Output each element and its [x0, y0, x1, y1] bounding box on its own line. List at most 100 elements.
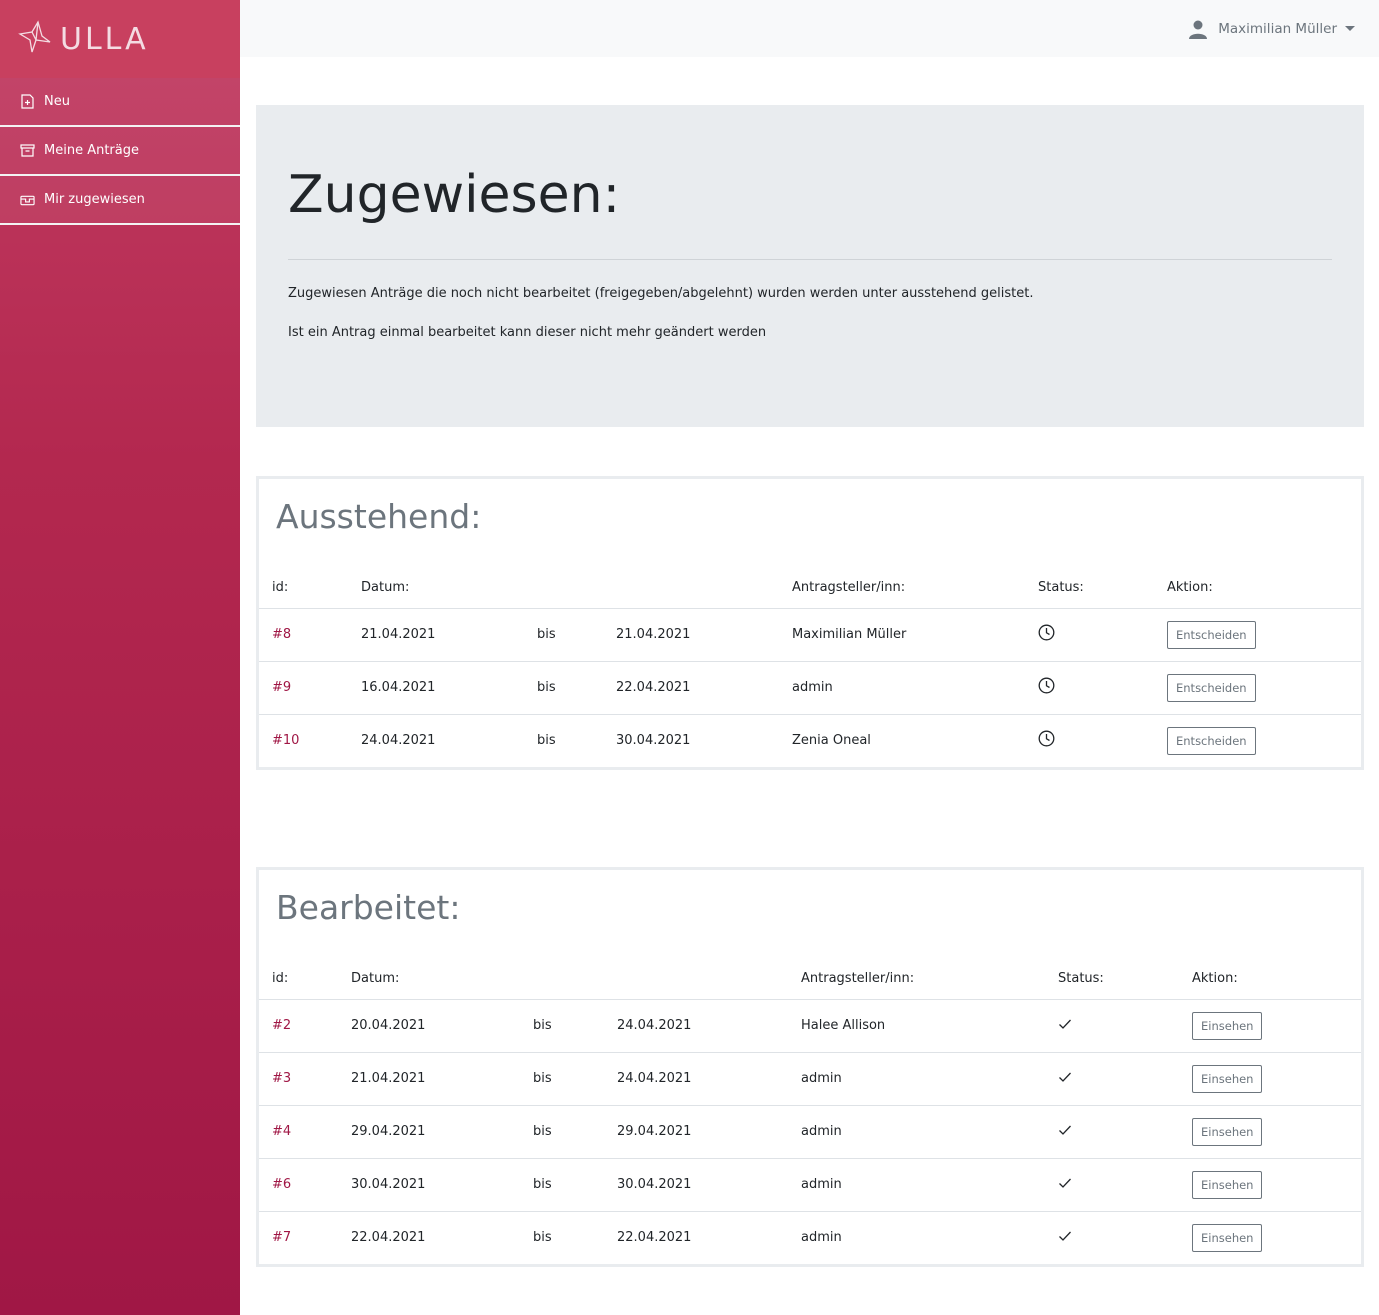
top-navbar: Maximilian Müller — [240, 0, 1379, 57]
date-to: 22.04.2021 — [603, 661, 779, 715]
table-row: #4 29.04.2021 bis 29.04.2021 admin Einse… — [259, 1105, 1361, 1159]
date-from: 16.04.2021 — [348, 661, 524, 715]
file-plus-icon — [20, 94, 35, 109]
date-separator: bis — [537, 733, 556, 749]
view-button[interactable]: Einsehen — [1192, 1170, 1263, 1199]
decide-button[interactable]: Entscheiden — [1167, 726, 1256, 755]
view-button[interactable]: Einsehen — [1192, 1223, 1263, 1252]
col-header-date: Datum: — [338, 958, 788, 1000]
date-to: 24.04.2021 — [604, 1052, 788, 1106]
brand[interactable]: ULLA — [0, 0, 240, 78]
date-to: 24.04.2021 — [604, 999, 788, 1053]
date-to: 22.04.2021 — [617, 1230, 692, 1246]
col-header-status: Status: — [1025, 567, 1154, 609]
date-to: 30.04.2021 — [616, 733, 691, 749]
clock-icon — [1038, 624, 1055, 641]
col-header-status: Status: — [1045, 958, 1179, 1000]
check-icon — [1058, 1177, 1072, 1189]
user-menu-dropdown[interactable]: Maximilian Müller — [1188, 19, 1355, 39]
request-id-link[interactable]: #10 — [272, 733, 299, 748]
sidebar-item-neu[interactable]: Neu — [0, 78, 240, 127]
pending-card: Ausstehend: id: Datum: Antragsteller/inn… — [256, 476, 1364, 770]
brand-name: ULLA — [60, 21, 149, 57]
table-row: #9 16.04.2021 bis 22.04.2021 admin Entsc… — [259, 661, 1361, 715]
date-separator: bis — [524, 608, 603, 662]
sidebar-item-label: Meine Anträge — [44, 143, 139, 158]
col-header-id: id: — [259, 567, 348, 609]
date-from: 20.04.2021 — [338, 999, 520, 1053]
sidebar: ULLA Neu Meine Anträge Mir zugewiesen — [0, 0, 240, 1315]
date-from: 21.04.2021 — [348, 608, 524, 662]
request-id-link[interactable]: #9 — [272, 680, 291, 695]
inbox-icon — [20, 192, 35, 207]
check-icon — [1058, 1071, 1072, 1083]
table-header-row: id: Datum: Antragsteller/inn: Status: Ak… — [259, 958, 1361, 1000]
request-id-link[interactable]: #4 — [272, 1124, 291, 1139]
sidebar-item-label: Neu — [44, 94, 70, 109]
view-button[interactable]: Einsehen — [1192, 1064, 1263, 1093]
decide-button[interactable]: Entscheiden — [1167, 673, 1256, 702]
table-row: #2 20.04.2021 bis 24.04.2021 Halee Allis… — [259, 999, 1361, 1053]
view-button[interactable]: Einsehen — [1192, 1117, 1263, 1146]
table-row: #6 30.04.2021 bis 30.04.2021 admin Einse… — [259, 1158, 1361, 1212]
info-jumbotron: Zugewiesen: Zugewiesen Anträge die noch … — [256, 105, 1364, 427]
date-from: 22.04.2021 — [351, 1230, 426, 1246]
user-name: Maximilian Müller — [1218, 20, 1337, 37]
date-from: 30.04.2021 — [338, 1158, 520, 1212]
col-header-action: Aktion: — [1154, 567, 1361, 609]
info-text-1: Zugewiesen Anträge die noch nicht bearbe… — [288, 286, 1034, 301]
table-row: #3 21.04.2021 bis 24.04.2021 admin Einse… — [259, 1052, 1361, 1106]
date-from: 21.04.2021 — [338, 1052, 520, 1106]
archive-icon — [20, 143, 35, 158]
table-row: #7 22.04.2021 bis 22.04.2021 admin Einse… — [259, 1211, 1361, 1264]
date-to: 29.04.2021 — [604, 1105, 788, 1159]
col-header-date: Datum: — [348, 567, 779, 609]
date-separator: bis — [520, 999, 604, 1053]
request-id-link[interactable]: #2 — [272, 1018, 291, 1033]
info-text-2: Ist ein Antrag einmal bearbeitet kann di… — [288, 325, 767, 340]
date-separator: bis — [520, 1052, 604, 1106]
clock-icon — [1038, 677, 1055, 694]
applicant: admin — [801, 1230, 842, 1246]
col-header-action: Aktion: — [1179, 958, 1361, 1000]
applicant: Maximilian Müller — [779, 608, 1025, 662]
col-header-id: id: — [259, 958, 338, 1000]
table-row: #10 24.04.2021 bis 30.04.2021 Zenia Onea… — [259, 714, 1361, 767]
sidebar-item-mir-zugewiesen[interactable]: Mir zugewiesen — [0, 176, 240, 225]
check-icon — [1058, 1124, 1072, 1136]
applicant: Zenia Oneal — [792, 733, 871, 749]
table-row: #8 21.04.2021 bis 21.04.2021 Maximilian … — [259, 608, 1361, 662]
applicant: Halee Allison — [788, 999, 1045, 1053]
processed-title: Bearbeitet: — [276, 888, 461, 927]
chevron-down-icon — [1345, 26, 1355, 31]
origami-bird-logo-icon — [18, 20, 52, 58]
date-to: 21.04.2021 — [603, 608, 779, 662]
request-id-link[interactable]: #6 — [272, 1177, 291, 1192]
date-from: 29.04.2021 — [338, 1105, 520, 1159]
clock-icon — [1038, 730, 1055, 747]
sidebar-item-label: Mir zugewiesen — [44, 192, 145, 207]
date-separator: bis — [524, 661, 603, 715]
user-icon — [1188, 19, 1208, 39]
pending-table: id: Datum: Antragsteller/inn: Status: Ak… — [259, 567, 1361, 767]
date-separator: bis — [520, 1158, 604, 1212]
sidebar-item-meine-antraege[interactable]: Meine Anträge — [0, 127, 240, 176]
applicant: admin — [779, 661, 1025, 715]
check-icon — [1058, 1230, 1072, 1242]
request-id-link[interactable]: #7 — [272, 1230, 291, 1245]
processed-table: id: Datum: Antragsteller/inn: Status: Ak… — [259, 958, 1361, 1264]
date-from: 24.04.2021 — [361, 733, 436, 749]
table-header-row: id: Datum: Antragsteller/inn: Status: Ak… — [259, 567, 1361, 609]
processed-card: Bearbeitet: id: Datum: Antragsteller/inn… — [256, 867, 1364, 1267]
request-id-link[interactable]: #3 — [272, 1071, 291, 1086]
date-separator: bis — [533, 1230, 552, 1246]
pending-title: Ausstehend: — [276, 497, 482, 536]
col-header-applicant: Antragsteller/inn: — [788, 958, 1045, 1000]
view-button[interactable]: Einsehen — [1192, 1011, 1263, 1040]
decide-button[interactable]: Entscheiden — [1167, 620, 1256, 649]
check-icon — [1058, 1018, 1072, 1030]
request-id-link[interactable]: #8 — [272, 627, 291, 642]
applicant: admin — [788, 1105, 1045, 1159]
applicant: admin — [788, 1158, 1045, 1212]
page-title: Zugewiesen: — [288, 165, 621, 225]
